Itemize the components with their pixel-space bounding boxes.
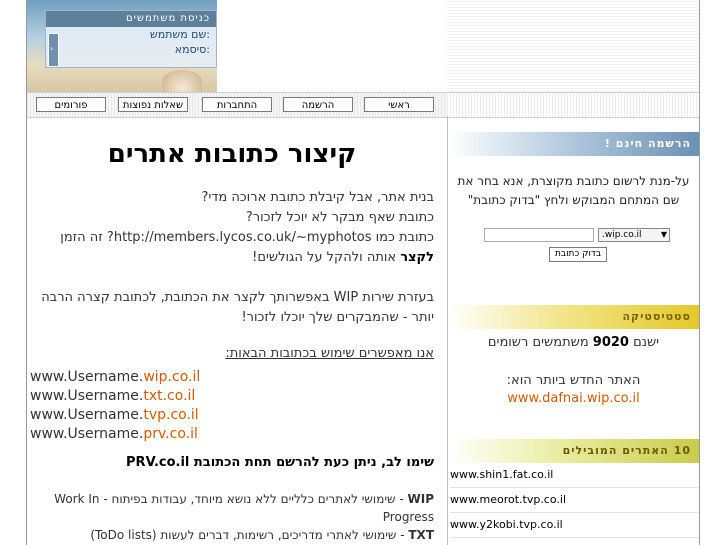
example-prefix: www.Username. <box>30 369 144 385</box>
check-button-row: בדוק כתובת <box>448 247 699 267</box>
login-submit-button[interactable]: › <box>48 33 59 67</box>
top-sites-panel: 10 האתרים המובילים www.shin1.fat.co.il w… <box>448 439 699 538</box>
chevron-right-icon: › <box>50 44 54 53</box>
register-instructions: על-מנת לרשום כתובת מקוצרת, אנא בחר את שם… <box>457 174 690 207</box>
wip-description: WIP - שימושי לאתרים כלליים ללא נושא מיוח… <box>30 490 434 526</box>
register-panel-title: הרשמה חינם ! <box>448 132 699 156</box>
top-sites-panel-title: 10 האתרים המובילים <box>448 439 699 463</box>
top-sites-list: www.shin1.fat.co.il www.meorot.tvp.co.il… <box>448 463 699 538</box>
example-long-url: http://members.lycos.co.uk/~myphotos <box>113 230 372 245</box>
header-pattern-strip <box>447 0 699 92</box>
users-count: 9020 <box>592 335 629 350</box>
users-prefix: ישנם <box>628 335 660 350</box>
top-site-link[interactable]: www.shin1.fat.co.il <box>450 463 699 488</box>
examples-heading: אנו מאפשרים שימוש בכתובות הבאות: <box>225 346 434 361</box>
example-domain: prv.co.il <box>143 426 198 442</box>
domain-suffix-select[interactable]: .wip.co.il ▼ <box>598 228 670 242</box>
q3-prefix: כתובת כמו <box>371 230 434 245</box>
nav-register-button[interactable]: הרשמה <box>283 97 353 112</box>
shorten-emphasis: לקצר <box>400 250 434 265</box>
example-address: www.Username.prv.co.il <box>30 425 434 444</box>
statistics-panel: סטטיסטיקה ישנם 9020 משתמשים רשומים האתר … <box>448 305 699 406</box>
right-frame-border <box>699 0 700 545</box>
example-address: www.Username.tvp.co.il <box>30 406 434 425</box>
login-box: כניסת משתמשים שם משתמש: סיסמא: › <box>45 10 217 68</box>
intro-question-1: בנית אתר, אבל קיבלת כתובת ארוכה מדי? <box>201 190 434 205</box>
example-address: www.Username.txt.co.il <box>30 387 434 406</box>
example-domain: wip.co.il <box>143 369 201 385</box>
q3-end: אותה ולהקל על הגולשים! <box>252 250 401 265</box>
nav-pattern-strip <box>447 92 699 118</box>
q3-middle: ? זה הזמן <box>60 230 114 245</box>
example-prefix: www.Username. <box>30 407 144 423</box>
domain-suffix-value: .wip.co.il <box>602 230 642 240</box>
login-title: כניסת משתמשים <box>46 11 216 27</box>
examples-list: www.Username.wip.co.il www.Username.txt.… <box>30 368 434 444</box>
wip-label: WIP <box>407 492 435 506</box>
example-prefix: www.Username. <box>30 388 144 404</box>
domain-name-input[interactable] <box>484 228 594 242</box>
nav-forums-button[interactable]: פורומים <box>36 97 106 112</box>
example-address: www.Username.wip.co.il <box>30 368 434 387</box>
registered-users-line: ישנם 9020 משתמשים רשומים <box>448 333 699 353</box>
example-prefix: www.Username. <box>30 426 144 442</box>
nav-home-button[interactable]: ראשי <box>364 97 434 112</box>
example-domain: tvp.co.il <box>143 407 199 423</box>
service-description: בעזרת שירות WIP באפשרותך לקצר את הכתובת,… <box>41 290 434 325</box>
wip-desc-text: - שימושי לאתרים כלליים ללא נושא מיוחד, ע… <box>54 492 434 524</box>
password-label[interactable]: סיסמא: <box>46 42 216 57</box>
main-content: קיצור כתובות אתרים בנית אתר, אבל קיבלת כ… <box>30 118 434 544</box>
txt-description: TXT - שימושי לאתרי מדריכים, רשימות, דברי… <box>30 526 434 544</box>
txt-label: TXT <box>408 528 434 542</box>
intro-question-3: כתובת כמו http://members.lycos.co.uk/~my… <box>30 228 434 268</box>
main-navigation: ראשי הרשמה התחברות שאלות נפוצות פורומים <box>27 92 447 118</box>
top-site-link[interactable]: www.y2kobi.tvp.co.il <box>450 513 699 538</box>
example-domain: txt.co.il <box>143 388 196 404</box>
page-title: קיצור כתובות אתרים <box>107 139 357 169</box>
username-label[interactable]: שם משתמש: <box>46 27 216 42</box>
shell-graphic <box>162 70 202 92</box>
statistics-panel-title: סטטיסטיקה <box>448 305 699 329</box>
chevron-down-icon: ▼ <box>660 230 667 239</box>
prv-notice: שימו לב, ניתן כעת להרשם תחת הכתובת PRV.c… <box>126 455 434 470</box>
check-address-button[interactable]: בדוק כתובת <box>549 247 607 262</box>
newest-site-label: האתר החדש ביותר הוא: <box>506 373 641 388</box>
txt-desc-text: - שימושי לאתרי מדריכים, רשימות, דברים לע… <box>90 528 409 542</box>
register-form-row: .wip.co.il ▼ <box>448 228 699 244</box>
register-panel: הרשמה חינם ! על-מנת לרשום כתובת מקוצרת, … <box>448 132 699 267</box>
nav-login-button[interactable]: התחברות <box>202 97 272 112</box>
top-site-link[interactable]: www.meorot.tvp.co.il <box>450 488 699 513</box>
intro-question-2: כתובת שאף מבקר לא יוכל לזכור? <box>245 210 434 225</box>
users-suffix: משתמשים רשומים <box>487 335 593 350</box>
newest-site-link[interactable]: www.dafnai.wip.co.il <box>448 391 699 406</box>
nav-faq-button[interactable]: שאלות נפוצות <box>118 97 188 112</box>
